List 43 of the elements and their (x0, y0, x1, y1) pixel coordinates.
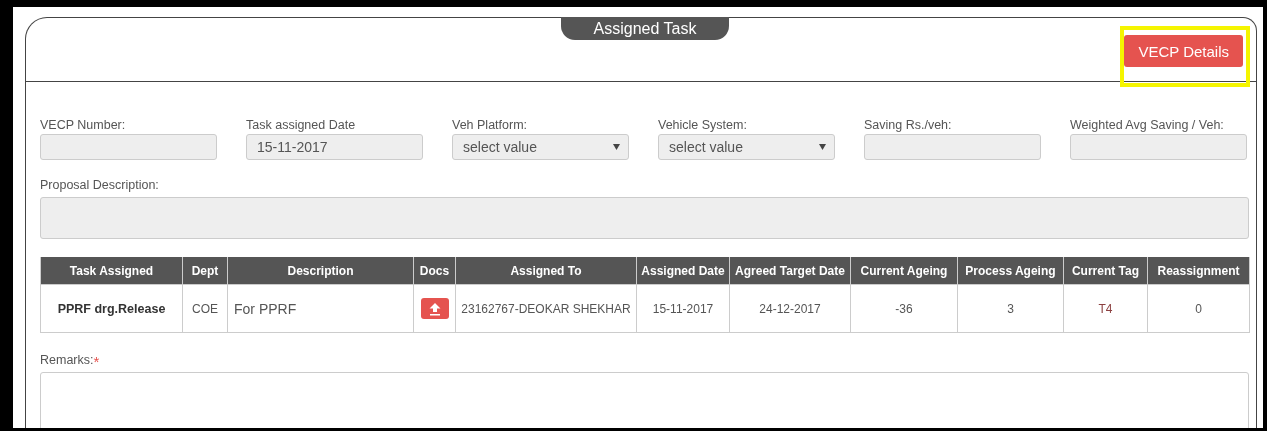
column-header: Docs (413, 257, 456, 285)
column-header: Task Assigned (40, 257, 183, 285)
panel-title: Assigned Task (561, 17, 729, 40)
column-header: Agreed Target Date (729, 257, 851, 285)
upload-icon (427, 301, 442, 316)
upload-button[interactable] (420, 298, 449, 319)
table-cell: PPRF drg.Release (40, 284, 183, 333)
proposal-description-field[interactable] (40, 197, 1249, 239)
input-field[interactable] (1070, 134, 1247, 160)
field-label: Weighted Avg Saving / Veh: (1070, 118, 1225, 134)
column-header: Process Ageing (957, 257, 1064, 285)
table-cell: 23162767-DEOKAR SHEKHAR (455, 284, 637, 333)
input-field[interactable] (40, 134, 217, 160)
column-header: Dept (182, 257, 228, 285)
caret-icon (613, 144, 620, 150)
table-cell: For PPRF (227, 284, 414, 333)
table-cell: -36 (850, 284, 958, 333)
field-label: Saving Rs./veh: (864, 118, 953, 134)
caret-icon (819, 144, 826, 150)
input-field[interactable]: 15-11-2017 (246, 134, 423, 160)
table-cell: 0 (1147, 284, 1250, 333)
required-mark: * (93, 353, 100, 369)
field-label: Task assigned Date (246, 118, 357, 134)
column-header: Description (227, 257, 414, 285)
table-cell: COE (182, 284, 228, 333)
select-dropdown[interactable]: select value (452, 134, 629, 160)
table-cell: 24-12-2017 (729, 284, 851, 333)
vecp-details-button[interactable]: VECP Details (1124, 35, 1243, 67)
select-dropdown[interactable]: select value (658, 134, 835, 160)
field-label: VECP Number: (40, 118, 127, 134)
table-cell: 3 (957, 284, 1064, 333)
field-label: Vehicle System: (658, 118, 748, 134)
field-label: Remarks: (40, 353, 94, 369)
column-header: Assigned Date (636, 257, 730, 285)
table-cell: 15-11-2017 (636, 284, 730, 333)
table-cell: T4 (1063, 284, 1148, 333)
column-header: Assigned To (455, 257, 637, 285)
input-field[interactable] (864, 134, 1041, 160)
column-header: Current Tag (1063, 257, 1148, 285)
field-label: Proposal Description: (40, 178, 160, 194)
column-header: Current Ageing (850, 257, 958, 285)
column-header: Reassignment (1147, 257, 1250, 285)
field-label: Veh Platform: (452, 118, 529, 134)
